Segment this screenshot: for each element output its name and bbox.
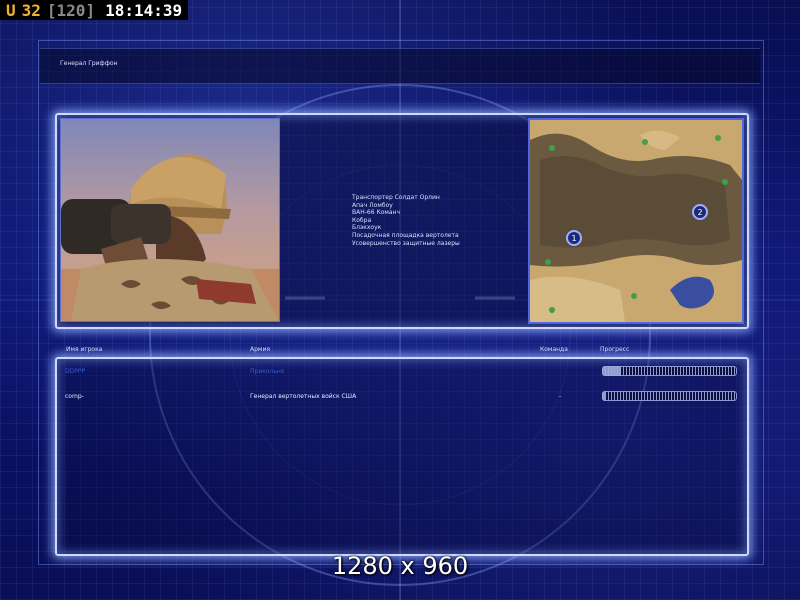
player-row: DDPPP Прикольно	[57, 362, 743, 382]
progress-bar	[602, 391, 737, 401]
start-position-icon: 1	[566, 230, 582, 246]
progress-bar	[602, 366, 737, 376]
progress-fill	[602, 391, 605, 401]
start-position-label: 1	[571, 234, 576, 243]
unit-item: Транспортер Солдат Орлин	[352, 194, 440, 201]
unit-item: ВАН-66 Команч	[352, 209, 401, 217]
progress-fill	[602, 366, 621, 376]
column-header-player: Имя игрока	[66, 346, 103, 353]
fps-cap: [120]	[46, 0, 96, 20]
column-header-army: Армия	[250, 346, 270, 353]
start-position-icon: 2	[692, 204, 708, 220]
general-name: Генерал Гриффон	[60, 60, 118, 67]
unit-item: Блэкхоук	[352, 224, 382, 232]
start-position-label: 2	[697, 208, 702, 217]
unit-item: Усовершенство защитные лазеры	[352, 239, 460, 247]
unit-item: Посадочная площадка вертолета	[352, 231, 459, 239]
unit-item: Кобра	[352, 216, 372, 224]
player-team: -	[559, 393, 562, 400]
hud-prefix: U	[6, 0, 16, 20]
player-row: comp- Генерал вертолетных войск США -	[57, 387, 743, 407]
header-strip	[40, 48, 760, 84]
map-preview: 1 2	[528, 118, 744, 324]
player-army: Прикольно	[250, 368, 285, 375]
player-army: Генерал вертолетных войск США	[250, 393, 357, 400]
column-header-progress: Прогресс	[600, 346, 630, 353]
column-header-team: Команда	[540, 346, 568, 353]
clock: 18:14:39	[105, 0, 183, 20]
fps-counter: U 32 [120] 18:14:39	[0, 0, 189, 20]
units-list: Транспортер Солдат Орлин Апач Ломбоу ВАН…	[352, 194, 460, 247]
fps-value: 32	[21, 0, 41, 20]
general-portrait	[60, 118, 280, 322]
resolution-label: 1280 x 960	[331, 552, 469, 580]
player-name: DDPPP	[65, 368, 86, 375]
player-name: comp-	[65, 393, 84, 400]
unit-item: Апач Ломбоу	[352, 201, 393, 209]
